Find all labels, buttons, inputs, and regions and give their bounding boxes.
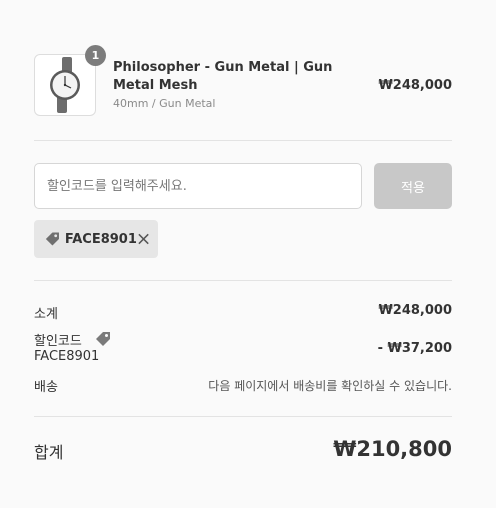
order-summary: 1 Philosopher - Gun Metal | Gun Metal Me… bbox=[34, 0, 452, 497]
close-icon[interactable] bbox=[137, 232, 150, 246]
discount-label-text: 할인코드 bbox=[34, 334, 82, 349]
subtotal-value: ₩248,000 bbox=[378, 303, 452, 318]
product-variant: 40mm / Gun Metal bbox=[113, 97, 216, 110]
discount-code-text: FACE8901 bbox=[34, 349, 100, 364]
shipping-note: 다음 페이지에서 배송비를 확인하실 수 있습니다. bbox=[208, 379, 452, 393]
total-section: 합계 ₩210,800 bbox=[34, 417, 452, 497]
product-name: Philosopher - Gun Metal | Gun Metal Mesh bbox=[113, 60, 333, 93]
shipping-label: 배송 bbox=[34, 380, 58, 395]
total-label: 합계 bbox=[34, 443, 64, 462]
discount-code-input[interactable] bbox=[34, 163, 362, 209]
discount-value: - ₩37,200 bbox=[377, 341, 452, 356]
watch-icon bbox=[50, 57, 80, 113]
apply-button[interactable]: 적용 bbox=[374, 163, 452, 209]
subtotal-label: 소계 bbox=[34, 307, 58, 322]
discount-section: 적용 FACE8901 bbox=[34, 141, 452, 281]
applied-discount-chip: FACE8901 bbox=[34, 220, 158, 258]
product-price: ₩248,000 bbox=[378, 78, 452, 93]
total-value: ₩210,800 bbox=[333, 437, 452, 461]
applied-discount-code: FACE8901 bbox=[64, 231, 137, 247]
tag-icon bbox=[45, 232, 59, 246]
quantity-badge: 1 bbox=[85, 45, 106, 66]
product-thumbnail bbox=[34, 54, 96, 116]
tag-icon bbox=[95, 332, 110, 346]
cart-line-item: 1 Philosopher - Gun Metal | Gun Metal Me… bbox=[34, 0, 452, 141]
discount-label: 할인코드 bbox=[34, 330, 112, 349]
price-summary: 소계 ₩248,000 할인코드 FACE8901 - ₩37,200 배송 다… bbox=[34, 281, 452, 417]
